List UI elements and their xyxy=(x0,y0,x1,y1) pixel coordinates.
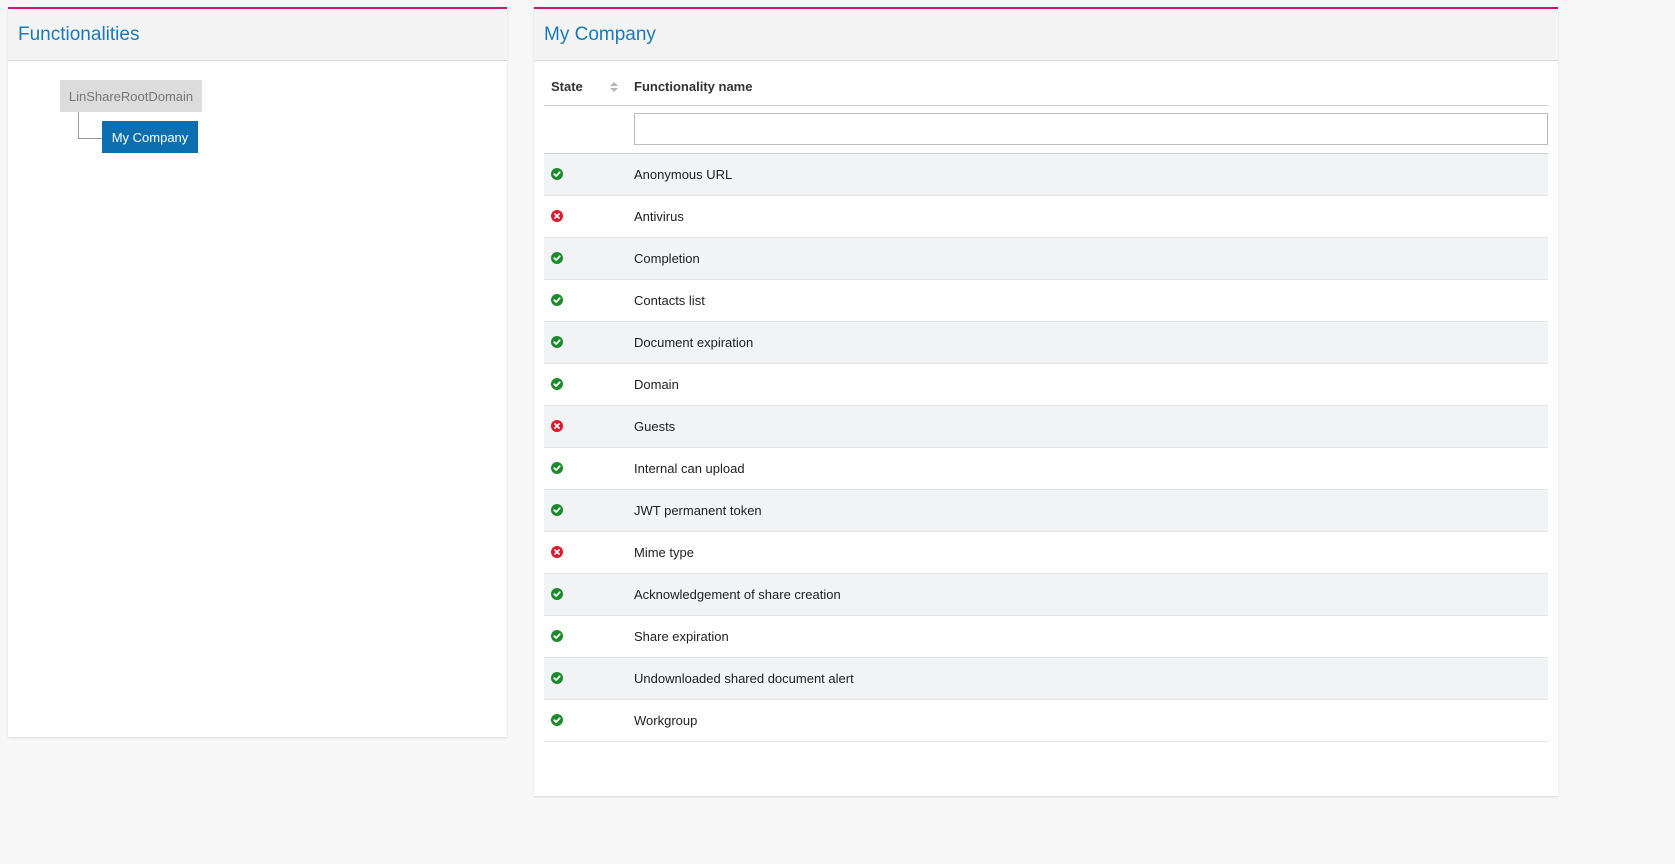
filter-name-cell xyxy=(634,105,1548,154)
tree-node-my-company[interactable]: My Company xyxy=(102,121,198,153)
table-row[interactable]: Document expiration xyxy=(544,321,1548,364)
company-panel: My Company State Functionality name Anon… xyxy=(534,7,1558,796)
check-circle-icon[interactable] xyxy=(551,168,563,180)
check-circle-icon[interactable] xyxy=(551,672,563,684)
sort-icon[interactable] xyxy=(610,82,618,92)
state-cell xyxy=(544,657,634,700)
state-header-label: State xyxy=(551,79,583,95)
functionality-name-cell[interactable]: Share expiration xyxy=(634,615,1548,658)
state-cell xyxy=(544,489,634,532)
table-row[interactable]: Domain xyxy=(544,363,1548,406)
state-cell xyxy=(544,573,634,616)
state-cell xyxy=(544,363,634,406)
table-header-row: State Functionality name xyxy=(544,61,1548,106)
company-title: My Company xyxy=(544,23,656,45)
table-row[interactable]: Workgroup xyxy=(544,699,1548,742)
table-row[interactable]: Contacts list xyxy=(544,279,1548,322)
functionality-name-filter-input[interactable] xyxy=(634,113,1548,145)
tree-connector-vertical xyxy=(78,112,79,139)
check-circle-icon[interactable] xyxy=(551,714,563,726)
functionality-name-cell[interactable]: Completion xyxy=(634,237,1548,280)
functionality-name-cell[interactable]: Document expiration xyxy=(634,321,1548,364)
functionality-name-cell[interactable]: Anonymous URL xyxy=(634,153,1548,196)
table-row[interactable]: Acknowledgement of share creation xyxy=(544,573,1548,616)
functionality-name-cell[interactable]: Mime type xyxy=(634,531,1548,574)
table-row[interactable]: Anonymous URL xyxy=(544,153,1548,196)
state-cell xyxy=(544,195,634,238)
functionality-name-cell[interactable]: JWT permanent token xyxy=(634,489,1548,532)
check-circle-icon[interactable] xyxy=(551,294,563,306)
table-row[interactable]: JWT permanent token xyxy=(544,489,1548,532)
functionalities-panel-header: Functionalities xyxy=(8,9,507,61)
state-cell xyxy=(544,279,634,322)
check-circle-icon[interactable] xyxy=(551,504,563,516)
name-header-label: Functionality name xyxy=(634,79,753,95)
functionality-table: State Functionality name Anonymous URL A… xyxy=(544,61,1548,742)
check-circle-icon[interactable] xyxy=(551,252,563,264)
x-circle-icon[interactable] xyxy=(551,420,563,432)
state-cell xyxy=(544,237,634,280)
functionality-rows: Anonymous URL Antivirus Completion Contacts… xyxy=(544,153,1548,742)
domain-tree: LinShareRootDomain My Company xyxy=(8,61,507,721)
functionality-table-wrapper: State Functionality name Anonymous URL A… xyxy=(534,61,1558,742)
state-cell xyxy=(544,615,634,658)
x-circle-icon[interactable] xyxy=(551,210,563,222)
name-column-header[interactable]: Functionality name xyxy=(634,61,1548,106)
table-row[interactable]: Undownloaded shared document alert xyxy=(544,657,1548,700)
state-cell xyxy=(544,405,634,448)
functionalities-title: Functionalities xyxy=(18,23,140,45)
tree-node-root-domain[interactable]: LinShareRootDomain xyxy=(60,80,202,112)
state-cell xyxy=(544,153,634,196)
functionality-name-cell[interactable]: Guests xyxy=(634,405,1548,448)
x-circle-icon[interactable] xyxy=(551,546,563,558)
tree-connector-horizontal xyxy=(78,138,102,139)
state-cell xyxy=(544,321,634,364)
filter-row xyxy=(544,105,1548,154)
table-row[interactable]: Antivirus xyxy=(544,195,1548,238)
functionality-name-cell[interactable]: Internal can upload xyxy=(634,447,1548,490)
state-cell xyxy=(544,531,634,574)
table-row[interactable]: Share expiration xyxy=(544,615,1548,658)
state-cell xyxy=(544,699,634,742)
filter-state-cell xyxy=(544,105,634,154)
state-cell xyxy=(544,447,634,490)
functionality-name-cell[interactable]: Workgroup xyxy=(634,699,1548,742)
table-row[interactable]: Guests xyxy=(544,405,1548,448)
table-row[interactable]: Completion xyxy=(544,237,1548,280)
check-circle-icon[interactable] xyxy=(551,630,563,642)
check-circle-icon[interactable] xyxy=(551,336,563,348)
functionality-name-cell[interactable]: Undownloaded shared document alert xyxy=(634,657,1548,700)
company-panel-header: My Company xyxy=(534,9,1558,61)
functionality-name-cell[interactable]: Contacts list xyxy=(634,279,1548,322)
functionality-name-cell[interactable]: Antivirus xyxy=(634,195,1548,238)
functionalities-panel: Functionalities LinShareRootDomain My Co… xyxy=(8,7,507,737)
functionality-name-cell[interactable]: Domain xyxy=(634,363,1548,406)
state-column-header[interactable]: State xyxy=(544,61,634,106)
table-row[interactable]: Mime type xyxy=(544,531,1548,574)
check-circle-icon[interactable] xyxy=(551,588,563,600)
table-row[interactable]: Internal can upload xyxy=(544,447,1548,490)
functionality-name-cell[interactable]: Acknowledgement of share creation xyxy=(634,573,1548,616)
check-circle-icon[interactable] xyxy=(551,462,563,474)
check-circle-icon[interactable] xyxy=(551,378,563,390)
